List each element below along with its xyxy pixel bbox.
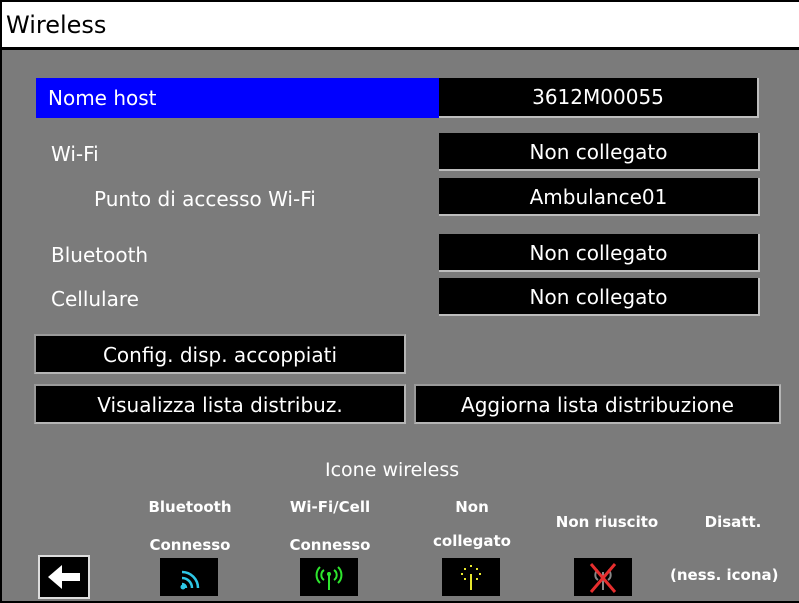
bluetooth-connected-icon xyxy=(160,558,218,596)
wireless-icons-title: Icone wireless xyxy=(325,459,460,481)
title-bar: Wireless xyxy=(2,0,799,50)
legend-disabled-label: Disatt. xyxy=(704,513,762,531)
wireless-screen: Wireless Nome host 3612M00055 Wi-Fi Non … xyxy=(0,0,799,603)
bluetooth-status-value[interactable]: Non collegato xyxy=(439,234,760,272)
access-point-value[interactable]: Ambulance01 xyxy=(439,178,760,216)
legend-wifi-line1: Wi-Fi/Cell xyxy=(289,498,371,516)
failed-icon xyxy=(574,558,632,596)
legend-wifi-line2: Connesso xyxy=(289,536,371,554)
legend-bluetooth-line1: Bluetooth xyxy=(148,498,232,516)
legend-not-connected-line2: collegato xyxy=(433,532,511,550)
view-distribution-list-button[interactable]: Visualizza lista distribuz. xyxy=(34,384,406,424)
legend-disabled-note: (ness. icona) xyxy=(670,566,779,584)
window-title: Wireless xyxy=(6,11,107,39)
update-distribution-list-button[interactable]: Aggiorna lista distribuzione xyxy=(414,384,781,424)
bluetooth-label: Bluetooth xyxy=(51,243,149,267)
cellular-status-value[interactable]: Non collegato xyxy=(439,278,760,316)
wifi-label: Wi-Fi xyxy=(51,142,99,166)
back-arrow-icon xyxy=(48,565,80,589)
back-button[interactable] xyxy=(38,555,90,599)
host-name-label: Nome host xyxy=(36,78,439,118)
legend-failed-label: Non riuscito xyxy=(555,513,659,531)
access-point-label: Punto di accesso Wi-Fi xyxy=(94,187,316,211)
config-paired-devices-button[interactable]: Config. disp. accoppiati xyxy=(34,334,406,374)
host-name-value[interactable]: 3612M00055 xyxy=(439,78,759,118)
wifi-connected-icon xyxy=(300,558,358,596)
cellular-label: Cellulare xyxy=(51,287,139,311)
host-name-row[interactable]: Nome host 3612M00055 xyxy=(36,78,759,118)
not-connected-icon xyxy=(442,558,500,596)
legend-bluetooth-line2: Connesso xyxy=(149,536,231,554)
legend-not-connected-line1: Non xyxy=(455,498,489,516)
wifi-status-value[interactable]: Non collegato xyxy=(439,133,760,171)
